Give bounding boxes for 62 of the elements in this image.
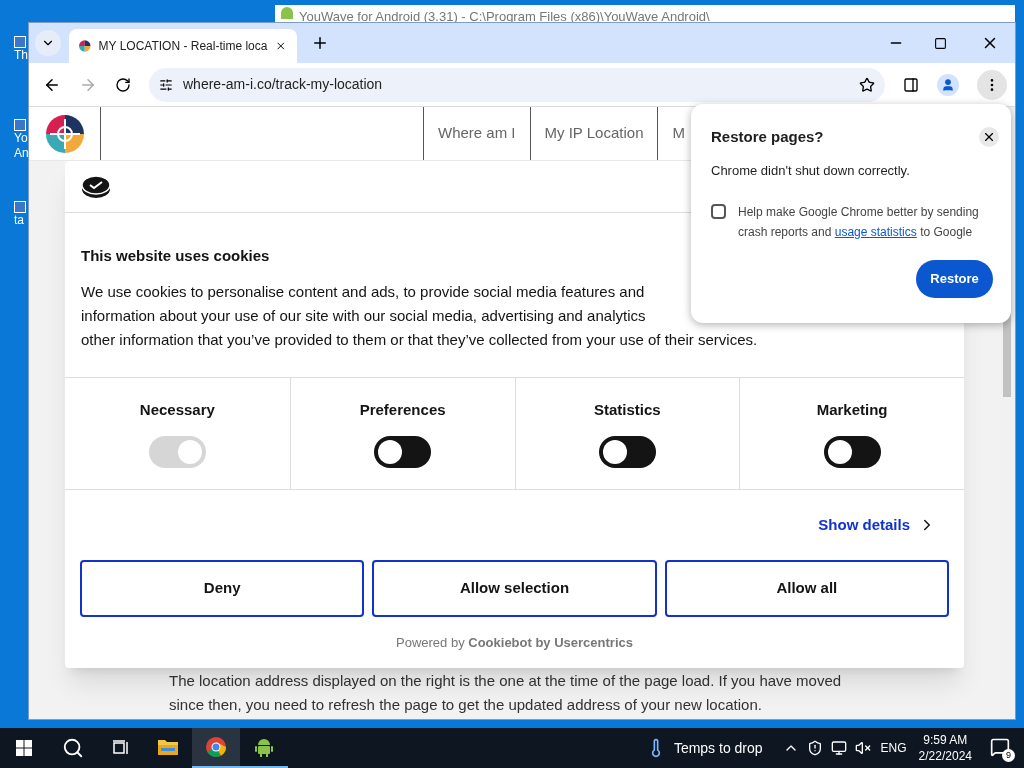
new-tab-icon[interactable] [311, 34, 329, 52]
show-details-link[interactable]: Show details [818, 513, 936, 537]
android-icon [253, 736, 275, 758]
chrome-icon [205, 736, 227, 758]
desktop-icon-label: Yo An [14, 131, 28, 161]
consent-button[interactable]: Deny [80, 560, 365, 617]
maximize-icon[interactable] [934, 36, 947, 50]
dialog-title: This website uses cookies [81, 246, 271, 266]
language-indicator[interactable]: ENG [880, 739, 907, 757]
search-icon[interactable] [62, 737, 84, 759]
browser-tab[interactable]: MY LOCATION - Real-time loca [69, 29, 297, 63]
restore-button[interactable]: Restore [916, 260, 993, 298]
shield-icon[interactable] [806, 740, 823, 756]
address-text: where-am-i.co/track-my-location [183, 75, 384, 94]
address-bar[interactable]: where-am-i.co/track-my-location [149, 67, 885, 102]
task-view-icon[interactable] [112, 740, 130, 756]
weather-text: Temps to drop [673, 738, 763, 758]
android-icon [281, 7, 293, 19]
bookmark-icon[interactable] [859, 76, 875, 93]
category-label: Preferences [359, 400, 446, 421]
nav-link[interactable]: My IP Location [529, 107, 658, 160]
category-label: Statistics [594, 400, 661, 421]
body-paragraph: The location address displayed on the right is the one at the time of the page load. If you have moved since then, you need to refresh the page to get the updated address of your new location. [169, 671, 843, 715]
crosshair-logo-icon [45, 114, 84, 153]
site-info-icon[interactable] [159, 77, 173, 92]
powered-by-text: Powered by Cookiebot by Usercentrics [396, 633, 633, 652]
network-icon[interactable] [830, 740, 847, 756]
shortcut-icon [14, 119, 26, 131]
taskbar-app[interactable] [192, 728, 240, 768]
notification-count: 9 [1002, 749, 1015, 762]
close-icon[interactable] [275, 39, 287, 53]
popup-title: Restore pages? [711, 127, 824, 147]
popup-message: Chrome didn't shut down correctly. [711, 161, 911, 180]
side-panel-icon[interactable] [903, 76, 919, 93]
clock[interactable]: 9:59 AM 2/22/2024 [918, 732, 972, 764]
nav-link[interactable]: Where am I [423, 107, 530, 160]
profile-icon[interactable] [937, 73, 959, 96]
cookiebot-logo-icon [81, 174, 111, 199]
close-button[interactable] [979, 127, 999, 148]
toggle-switch[interactable] [374, 435, 432, 468]
shortcut-icon [14, 36, 26, 48]
checkbox[interactable] [711, 204, 726, 219]
checkbox-label: Help make Google Chrome better by sending crash reports and usage statistics to Google [738, 204, 980, 241]
toggle-switch[interactable] [598, 435, 656, 468]
desktop-icon-label: Th [14, 48, 28, 63]
category-label: Necessary [139, 400, 215, 421]
tab-search-button[interactable] [35, 30, 61, 56]
desktop-icon-label: ta [14, 213, 25, 228]
tab-title: MY LOCATION - Real-time loca [98, 38, 268, 55]
category-label: Marketing [816, 400, 888, 421]
shortcut-icon [14, 201, 26, 213]
usage-statistics-link[interactable]: usage statistics [834, 225, 917, 239]
consent-button[interactable]: Allow all [664, 560, 949, 617]
consent-button[interactable]: Allow selection [372, 560, 657, 617]
volume-muted-icon[interactable] [854, 740, 871, 756]
reload-icon[interactable] [115, 76, 131, 93]
site-favicon-icon [79, 39, 91, 53]
notification-button[interactable]: 9 [990, 737, 1012, 759]
windows-start-icon[interactable] [16, 740, 32, 756]
dialog-text: We use cookies to personalise content and ads, to provide social media features and information about your use of our site with our social media, advertising and analytics other information that you’ve provided to them or that they’ve collected from your use of their services. [81, 281, 759, 350]
folder-icon [157, 738, 179, 756]
toggle-switch[interactable] [823, 435, 881, 468]
